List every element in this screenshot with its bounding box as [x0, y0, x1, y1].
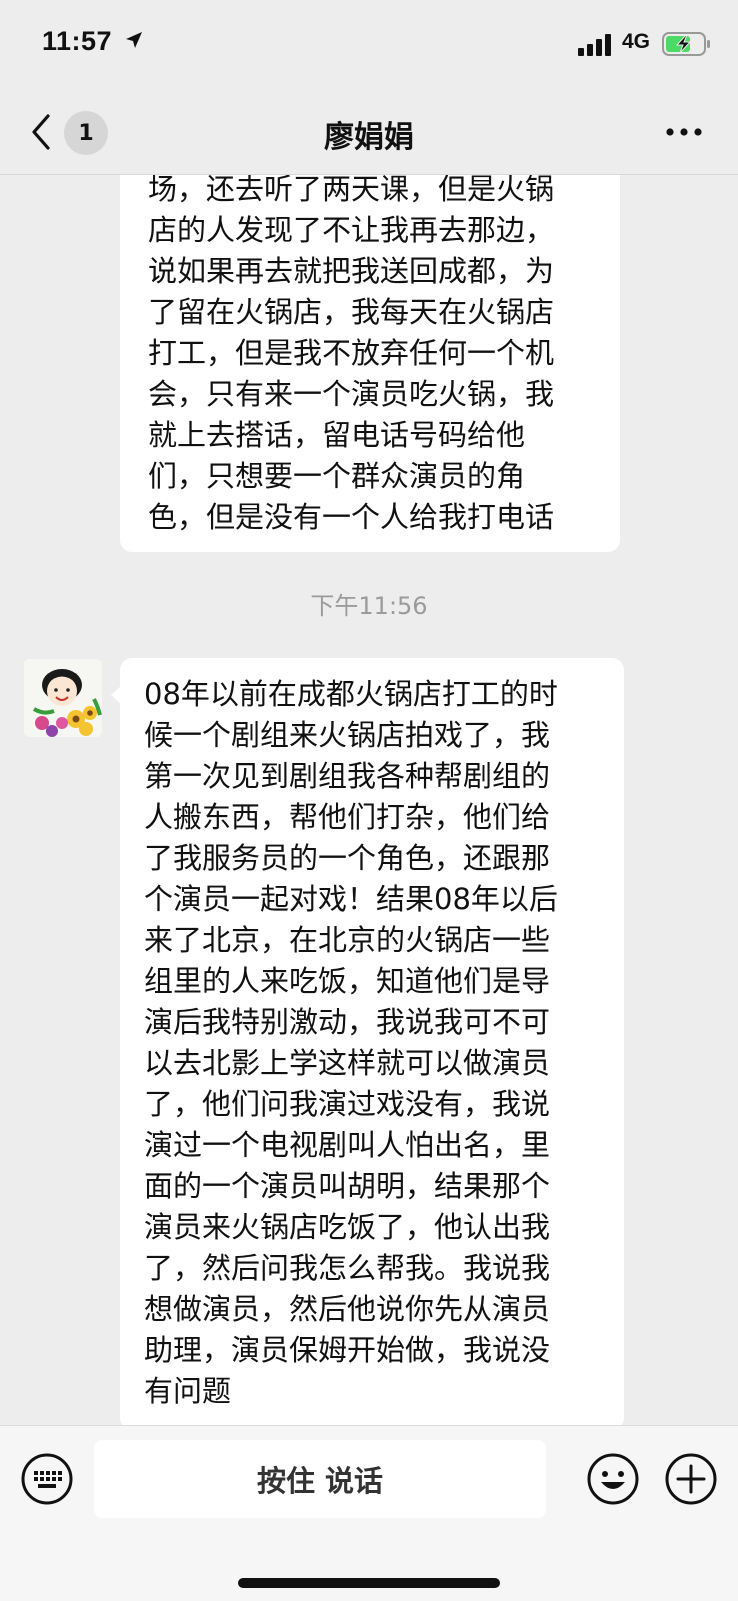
input-bar: 按住 说话	[0, 1425, 738, 1601]
message-line: 来了北京，在北京的火锅店一些	[144, 923, 551, 957]
message-line: 以去北影上学这样就可以做演员	[144, 1046, 551, 1080]
message-text: 场，还去听了两天课，但是火锅 店的人发现了不让我再去那边， 说如果再去就把我送回…	[148, 175, 594, 538]
keyboard-icon[interactable]	[20, 1452, 74, 1506]
message-line: 了，然后问我怎么帮我。我说我	[144, 1251, 551, 1285]
location-arrow-icon	[126, 32, 142, 48]
message-line: 个演员一起对戏！结果08年以后	[144, 882, 558, 916]
message-line: 第一次见到剧组我各种帮剧组的	[144, 759, 551, 793]
message-line: 会，只有来一个演员吃火锅，我	[148, 377, 555, 411]
message-line: 面的一个演员叫胡明，结果那个	[144, 1169, 551, 1203]
message-line: 了我服务员的一个角色，还跟那	[144, 841, 551, 875]
hold-to-talk-button[interactable]: 按住 说话	[94, 1440, 546, 1518]
message-line: 就上去搭话，留电话号码给他	[148, 418, 526, 452]
message-line: 有问题	[144, 1374, 232, 1408]
chat-title: 廖娟娟	[324, 120, 414, 155]
status-bar: 11:57 4G	[0, 0, 738, 90]
avatar-image	[24, 659, 102, 737]
battery-charging-icon	[662, 32, 710, 56]
message-line: 助理，演员保姆开始做，我说没	[144, 1333, 551, 1367]
message-line: 店的人发现了不让我再去那边，	[148, 213, 555, 247]
message-line: 演后我特别激动，我说我可不可	[144, 1005, 551, 1039]
more-icon[interactable]	[664, 124, 704, 140]
avatar[interactable]	[24, 659, 102, 737]
message-line: 色，但是没有一个人给我打电话	[148, 500, 555, 534]
message-timestamp: 下午11:56	[310, 592, 428, 620]
message-line: 人搬东西，帮他们打杂，他们给	[144, 800, 551, 834]
message-bubble[interactable]: 08年以前在成都火锅店打工的时 候一个剧组来火锅店拍戏了，我 第一次见到剧组我各…	[111, 658, 624, 1425]
status-time: 11:57	[42, 26, 113, 56]
message-line: 组里的人来吃饭，知道他们是导	[144, 964, 551, 998]
message-line: 演过一个电视剧叫人怕出名，里	[144, 1128, 551, 1162]
message-line: 了，他们问我演过戏没有，我说	[144, 1087, 551, 1121]
message-line: 08年以前在成都火锅店打工的时	[144, 677, 558, 711]
message-bubble[interactable]: 场，还去听了两天课，但是火锅 店的人发现了不让我再去那边， 说如果再去就把我送回…	[120, 175, 620, 552]
network-type: 4G	[622, 30, 651, 53]
message-line: 们，只想要一个群众演员的角	[148, 459, 526, 493]
signal-icon	[578, 34, 611, 56]
message-line: 想做演员，然后他说你先从演员	[144, 1292, 551, 1326]
message-list[interactable]: 场，还去听了两天课，但是火锅 店的人发现了不让我再去那边， 说如果再去就把我送回…	[0, 175, 738, 1425]
message-line: 说如果再去就把我送回成都，为	[148, 254, 555, 288]
home-indicator	[238, 1578, 500, 1588]
message-line: 打工，但是我不放弃任何一个机	[148, 336, 555, 370]
plus-icon[interactable]	[664, 1452, 718, 1506]
message-line: 了留在火锅店，我每天在火锅店	[148, 295, 555, 329]
emoji-icon[interactable]	[586, 1452, 640, 1506]
message-line: 候一个剧组来火锅店拍戏了，我	[144, 718, 551, 752]
message-line: 演员来火锅店吃饭了，他认出我	[144, 1210, 551, 1244]
message-line: 场，还去听了两天课，但是火锅	[148, 175, 555, 206]
message-text: 08年以前在成都火锅店打工的时 候一个剧组来火锅店拍戏了，我 第一次见到剧组我各…	[144, 674, 600, 1412]
chat-header: 1 廖娟娟	[0, 90, 738, 175]
